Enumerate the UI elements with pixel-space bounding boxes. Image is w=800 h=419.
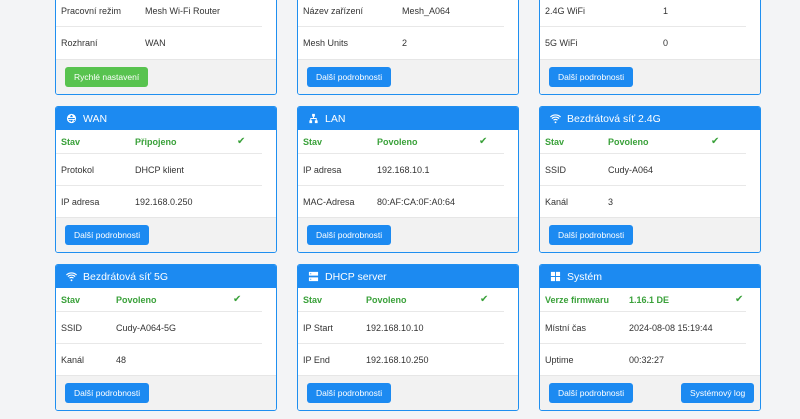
info-row: 2.4G WiFi 1 <box>540 0 746 27</box>
globe-icon <box>65 113 77 125</box>
status-row: Stav Povoleno ✔ <box>298 130 504 154</box>
info-row: Protokol DHCP klient <box>56 154 262 186</box>
card-title: Systém <box>567 270 603 283</box>
info-row: Kanál 3 <box>545 197 614 207</box>
info-row: Rozhraní WAN <box>61 38 166 48</box>
check-icon: ✔ <box>233 294 242 305</box>
check-icon: ✔ <box>479 136 488 147</box>
wifi-icon <box>65 271 77 283</box>
info-row: Název zařízení Mesh_A064 <box>298 0 504 27</box>
check-icon: ✔ <box>735 294 744 305</box>
info-row: IP Start 192.168.10.10 <box>298 312 504 344</box>
card-title: Bezdrátová síť 5G <box>83 270 169 283</box>
system-card: Systém Verze firmwaru 1.16.1 DE ✔ Místní č… <box>539 264 761 411</box>
info-row: SSID Cudy-A064-5G <box>56 312 262 344</box>
status-row: Stav Povoleno ✔ <box>540 130 746 154</box>
quick-setup-button[interactable]: Rychlé nastavení <box>65 67 149 87</box>
wifi-5g-card: Bezdrátová síť 5G Stav Povoleno ✔ SSID Cudy… <box>55 264 277 411</box>
info-row: 5G WiFi 0 <box>545 38 669 48</box>
status-row: Stav Povoleno ✔ <box>56 288 262 312</box>
card-title: LAN <box>325 112 346 125</box>
info-row: IP adresa 192.168.0.250 <box>61 197 193 207</box>
wifi-24-card: Bezdrátová síť 2.4G Stav Povoleno ✔ SSID Cu… <box>539 106 761 253</box>
lan-card: LAN Stav Povoleno ✔ IP adresa 192.168.10.1 … <box>297 106 519 253</box>
check-icon: ✔ <box>237 136 246 147</box>
info-row: IP adresa 192.168.10.1 <box>298 154 504 186</box>
check-icon: ✔ <box>711 136 720 147</box>
network-icon <box>307 113 319 125</box>
details-button[interactable]: Další podrobnosti <box>307 225 392 245</box>
info-row: MAC-Adresa 80:AF:CA:0F:A0:64 <box>303 197 456 207</box>
info-row: Uptime 00:32:27 <box>545 355 665 365</box>
info-row: Místní čas 2024-08-08 15:19:44 <box>540 312 746 344</box>
details-button[interactable]: Další podrobnosti <box>549 383 634 403</box>
grid-icon <box>549 271 561 283</box>
top-card-mode: Pracovní režim Mesh Wi-Fi Router Rozhraní… <box>55 0 277 95</box>
wan-card: WAN Stav Připojeno ✔ Protokol DHCP klient I… <box>55 106 277 253</box>
details-button[interactable]: Další podrobnosti <box>307 383 392 403</box>
info-row: Mesh Units 2 <box>303 38 408 48</box>
server-icon <box>307 271 319 283</box>
status-row: Stav Povoleno ✔ <box>298 288 504 312</box>
info-row: SSID Cudy-A064 <box>540 154 746 186</box>
info-row: Pracovní režim Mesh Wi-Fi Router <box>56 0 262 27</box>
details-button[interactable]: Další podrobnosti <box>65 383 150 403</box>
details-button[interactable]: Další podrobnosti <box>307 67 392 87</box>
wifi-icon <box>549 113 561 125</box>
system-log-button[interactable]: Systémový log <box>681 383 755 403</box>
top-card-mesh: Název zařízení Mesh_A064 Mesh Units 2 Dalš… <box>297 0 519 95</box>
details-button[interactable]: Další podrobnosti <box>549 225 634 245</box>
info-row: IP End 192.168.10.250 <box>303 355 429 365</box>
details-button[interactable]: Další podrobnosti <box>65 225 150 245</box>
dhcp-card: DHCP server Stav Povoleno ✔ IP Start 192.16… <box>297 264 519 411</box>
status-row: Verze firmwaru 1.16.1 DE ✔ <box>540 288 746 312</box>
card-title: DHCP server <box>325 270 387 283</box>
details-button[interactable]: Další podrobnosti <box>549 67 634 87</box>
info-row: Kanál 48 <box>61 355 127 365</box>
status-row: Stav Připojeno ✔ <box>56 130 262 154</box>
check-icon: ✔ <box>480 294 489 305</box>
card-title: WAN <box>83 112 108 125</box>
card-title: Bezdrátová síť 2.4G <box>567 112 661 125</box>
top-card-wifi: 2.4G WiFi 1 5G WiFi 0 Další podrobnosti <box>539 0 761 95</box>
